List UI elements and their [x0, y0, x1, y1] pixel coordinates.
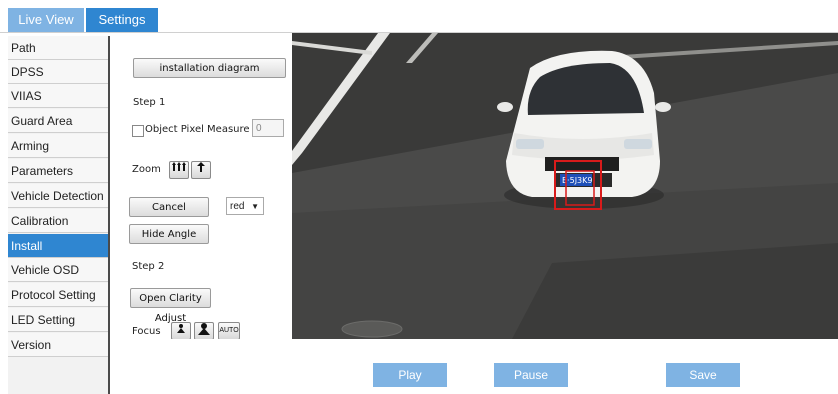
sidebar-item-guard-area[interactable]: Guard Area: [8, 109, 108, 133]
sidebar-item-protocol-setting[interactable]: Protocol Setting: [8, 283, 108, 307]
hide-angle-button[interactable]: Hide Angle: [129, 224, 209, 244]
sidebar-item-parameters[interactable]: Parameters: [8, 159, 108, 183]
install-control-panel: installation diagram Step 1 Object Pixel…: [110, 36, 292, 356]
person-small-icon: [176, 324, 186, 335]
focus-far-button[interactable]: [194, 322, 214, 340]
open-clarity-adjust-button[interactable]: Open Clarity Adjust: [130, 288, 211, 324]
settings-sidebar: Path DPSS VIIAS Guard Area Arming Parame…: [8, 36, 110, 394]
tab-live-view[interactable]: Live View: [8, 8, 84, 32]
object-pixel-value-field[interactable]: 0: [252, 119, 284, 137]
step1-label: Step 1: [133, 97, 166, 108]
focus-near-button[interactable]: [171, 322, 191, 340]
person-large-icon: [198, 323, 210, 337]
save-button[interactable]: Save: [666, 363, 740, 387]
pause-button[interactable]: Pause: [494, 363, 568, 387]
sidebar-item-install[interactable]: Install: [8, 234, 108, 258]
sidebar-item-path[interactable]: Path: [8, 36, 108, 60]
zoom-out-button[interactable]: [169, 161, 189, 179]
color-select-value: red: [230, 201, 245, 212]
focus-auto-button[interactable]: AUTO: [218, 322, 240, 340]
zoom-in-button[interactable]: [191, 161, 211, 179]
camera-frame: E·5J3K9: [292, 33, 838, 339]
sidebar-item-dpss[interactable]: DPSS: [8, 60, 108, 84]
sidebar-item-viias[interactable]: VIIAS: [8, 84, 108, 108]
sidebar-item-vehicle-osd[interactable]: Vehicle OSD: [8, 258, 108, 282]
tab-settings[interactable]: Settings: [86, 8, 158, 32]
sidebar-item-calibration[interactable]: Calibration: [8, 209, 108, 233]
object-pixel-measure-label: Object Pixel Measure: [145, 124, 250, 135]
focus-label: Focus: [132, 326, 161, 337]
sidebar-item-led-setting[interactable]: LED Setting: [8, 308, 108, 332]
object-pixel-measure-checkbox[interactable]: [132, 125, 144, 137]
cancel-button[interactable]: Cancel: [129, 197, 209, 217]
video-preview[interactable]: E·5J3K9: [292, 33, 838, 339]
sidebar-item-arming[interactable]: Arming: [8, 134, 108, 158]
sidebar-item-version[interactable]: Version: [8, 333, 108, 357]
play-button[interactable]: Play: [373, 363, 447, 387]
top-tab-bar: Live View Settings: [0, 0, 838, 34]
zoom-out-icon: [172, 162, 186, 174]
zoom-label: Zoom: [132, 164, 161, 175]
sidebar-item-vehicle-detection[interactable]: Vehicle Detection: [8, 184, 108, 208]
zoom-in-icon: [196, 162, 206, 174]
chevron-down-icon: ▼: [251, 202, 259, 211]
color-select[interactable]: red ▼: [226, 197, 264, 215]
step2-label: Step 2: [132, 261, 165, 272]
installation-diagram-button[interactable]: installation diagram: [133, 58, 286, 78]
